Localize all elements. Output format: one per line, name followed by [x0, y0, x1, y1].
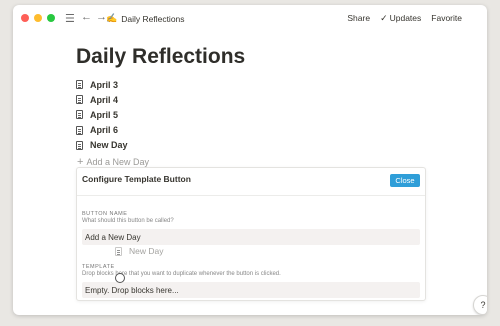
page-link-label: New Day	[90, 140, 128, 151]
button-name-hint: What should this button be called?	[82, 218, 174, 224]
writing-hand-icon: ✍️	[106, 13, 118, 23]
page-icon	[76, 95, 83, 105]
menu-icon[interactable]: ☰	[65, 12, 75, 25]
top-bar: ☰ ←→ ✍️ Daily Reflections Share ✓ Updates…	[13, 5, 487, 31]
list-item[interactable]: April 6	[76, 123, 128, 138]
panel-title: Configure Template Button	[82, 174, 191, 184]
drag-ghost-label: New Day	[129, 246, 164, 256]
button-name-input[interactable]: Add a New Day	[82, 229, 420, 245]
list-item[interactable]: New Day	[76, 138, 128, 153]
configure-template-panel: Configure Template Button Close BUTTON N…	[76, 167, 426, 301]
updates-button[interactable]: ✓ Updates	[380, 13, 421, 24]
page-icon	[76, 140, 83, 150]
updates-label: Updates	[389, 13, 422, 23]
minimize-window-button[interactable]	[34, 14, 42, 22]
list-item[interactable]: April 5	[76, 107, 128, 122]
share-button[interactable]: Share	[347, 13, 370, 24]
divider	[77, 195, 425, 196]
page-link-label: April 4	[90, 94, 119, 105]
template-dropzone[interactable]: Empty. Drop blocks here...	[82, 282, 420, 298]
page-link-label: April 3	[90, 79, 119, 90]
drag-ghost: New Day	[115, 246, 163, 256]
help-button[interactable]: ?	[473, 295, 487, 315]
page-title: Daily Reflections	[76, 45, 246, 68]
page-link-label: April 6	[90, 125, 119, 136]
template-label: TEMPLATE	[82, 264, 115, 270]
app-window: ☰ ←→ ✍️ Daily Reflections Share ✓ Updates…	[13, 5, 487, 315]
breadcrumb-title: Daily Reflections	[121, 13, 185, 24]
page-icon	[76, 80, 83, 90]
favorite-button[interactable]: Favorite	[431, 13, 462, 24]
page-link-label: April 5	[90, 109, 119, 120]
traffic-lights	[21, 14, 55, 22]
page-icon	[76, 125, 83, 135]
list-item[interactable]: April 3	[76, 77, 128, 92]
close-button[interactable]: Close	[390, 174, 420, 187]
maximize-window-button[interactable]	[47, 14, 55, 22]
list-item[interactable]: April 4	[76, 92, 128, 107]
page-list: April 3 April 4 April 5 April 6 New Day	[76, 77, 128, 153]
close-window-button[interactable]	[21, 14, 29, 22]
button-name-label: BUTTON NAME	[82, 211, 128, 217]
back-arrow-icon[interactable]: ←	[81, 11, 96, 23]
drag-cursor-icon	[115, 273, 125, 283]
page-icon	[76, 110, 83, 120]
page-icon	[115, 246, 122, 256]
breadcrumb[interactable]: ✍️ Daily Reflections	[106, 13, 185, 24]
check-icon: ✓	[380, 13, 388, 23]
add-new-day-label: Add a New Day	[86, 157, 149, 167]
topbar-actions: Share ✓ Updates Favorite	[347, 13, 462, 24]
template-hint: Drop blocks here that you want to duplic…	[82, 271, 281, 277]
